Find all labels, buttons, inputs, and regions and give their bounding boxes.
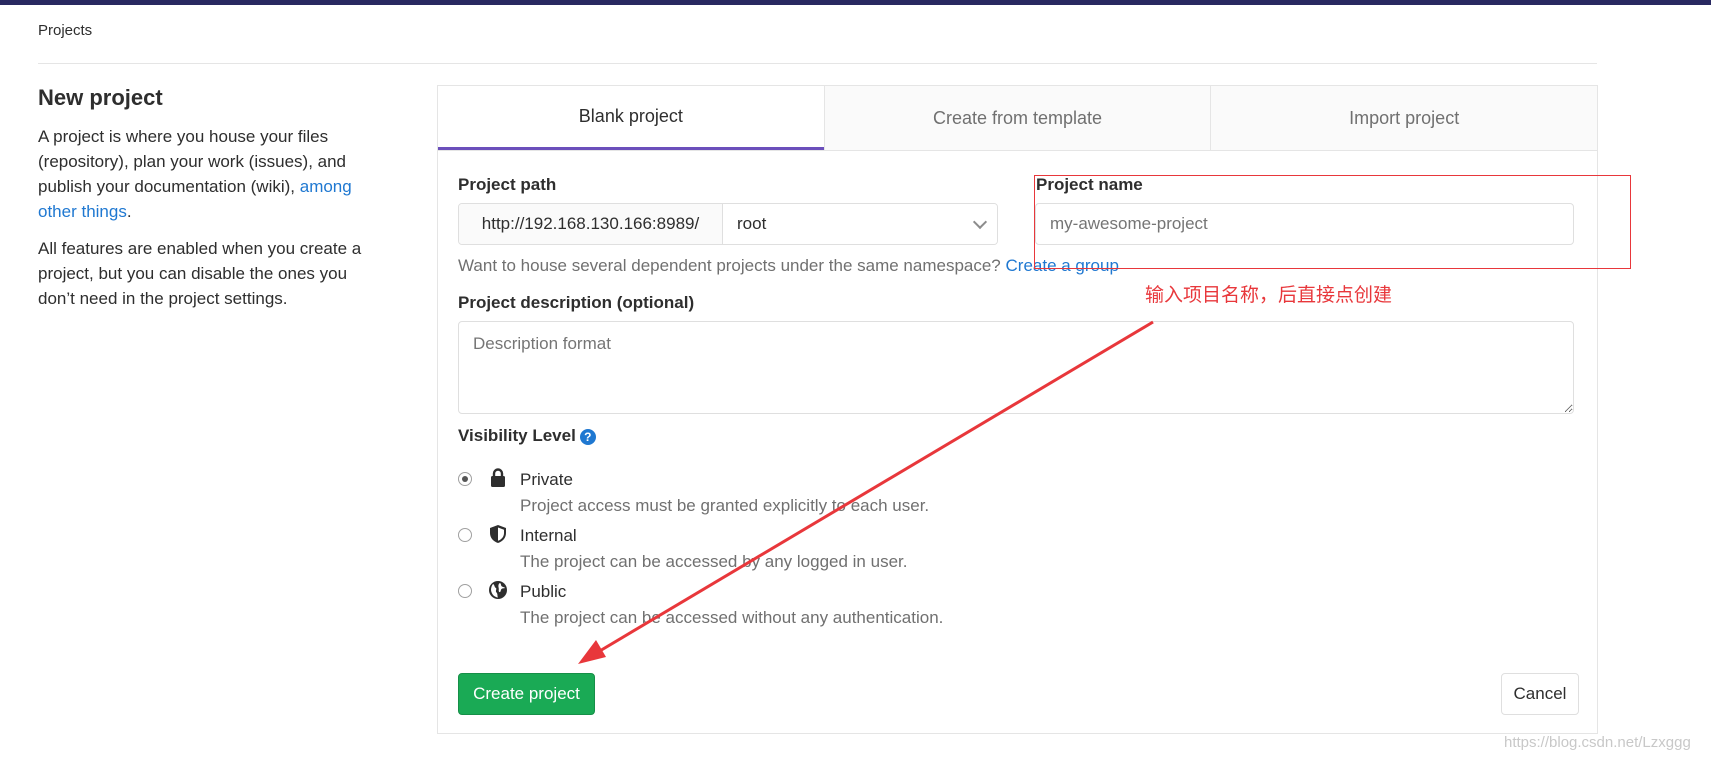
internal-radio[interactable] bbox=[458, 528, 472, 542]
namespace-select[interactable]: root bbox=[723, 204, 997, 244]
project-description-input[interactable] bbox=[458, 321, 1574, 414]
tab-create-from-template[interactable]: Create from template bbox=[823, 86, 1211, 150]
tab-blank-project[interactable]: Blank project bbox=[438, 86, 824, 150]
lock-icon bbox=[491, 468, 505, 487]
namespace-hint: Want to house several dependent projects… bbox=[458, 256, 1119, 275]
top-navbar bbox=[0, 0, 1711, 5]
project-description-label: Project description (optional) bbox=[458, 293, 695, 312]
create-project-button[interactable]: Create project bbox=[458, 673, 595, 715]
visibility-level-label: Visibility Level? bbox=[458, 426, 596, 446]
project-tabs: Blank project Create from template Impor… bbox=[438, 86, 1598, 151]
chevron-down-icon bbox=[972, 214, 988, 229]
project-path-group: http://192.168.130.166:8989/ root bbox=[458, 203, 998, 245]
page-title: New project bbox=[38, 85, 163, 110]
annotation-text: 输入项目名称，后直接点创建 bbox=[1145, 284, 1393, 306]
namespace-value: root bbox=[737, 214, 767, 233]
private-radio[interactable] bbox=[458, 472, 472, 486]
private-title: Private bbox=[520, 470, 573, 489]
private-description: Project access must be granted explicitl… bbox=[520, 496, 930, 515]
annotation-highlight-box bbox=[1034, 175, 1631, 269]
shield-icon bbox=[490, 525, 506, 543]
breadcrumb-divider bbox=[38, 63, 1597, 64]
intro-paragraph: A project is where you house your files … bbox=[38, 127, 352, 221]
cancel-button[interactable]: Cancel bbox=[1501, 673, 1579, 715]
project-path-label: Project path bbox=[458, 175, 557, 194]
help-icon[interactable]: ? bbox=[579, 428, 596, 445]
project-path-prefix: http://192.168.130.166:8989/ bbox=[459, 204, 723, 244]
watermark: https://blog.csdn.net/Lzxggg bbox=[1504, 734, 1691, 751]
breadcrumb[interactable]: Projects bbox=[38, 22, 92, 39]
sidebar-info: New project A project is where you house… bbox=[38, 84, 378, 323]
public-radio[interactable] bbox=[458, 584, 472, 598]
tab-import-project[interactable]: Import project bbox=[1210, 86, 1598, 150]
internal-description: The project can be accessed by any logge… bbox=[520, 552, 908, 571]
globe-icon bbox=[489, 581, 507, 599]
features-paragraph: All features are enabled when you create… bbox=[38, 239, 362, 308]
internal-title: Internal bbox=[520, 526, 577, 545]
public-description: The project can be accessed without any … bbox=[520, 608, 944, 627]
public-title: Public bbox=[520, 582, 567, 601]
